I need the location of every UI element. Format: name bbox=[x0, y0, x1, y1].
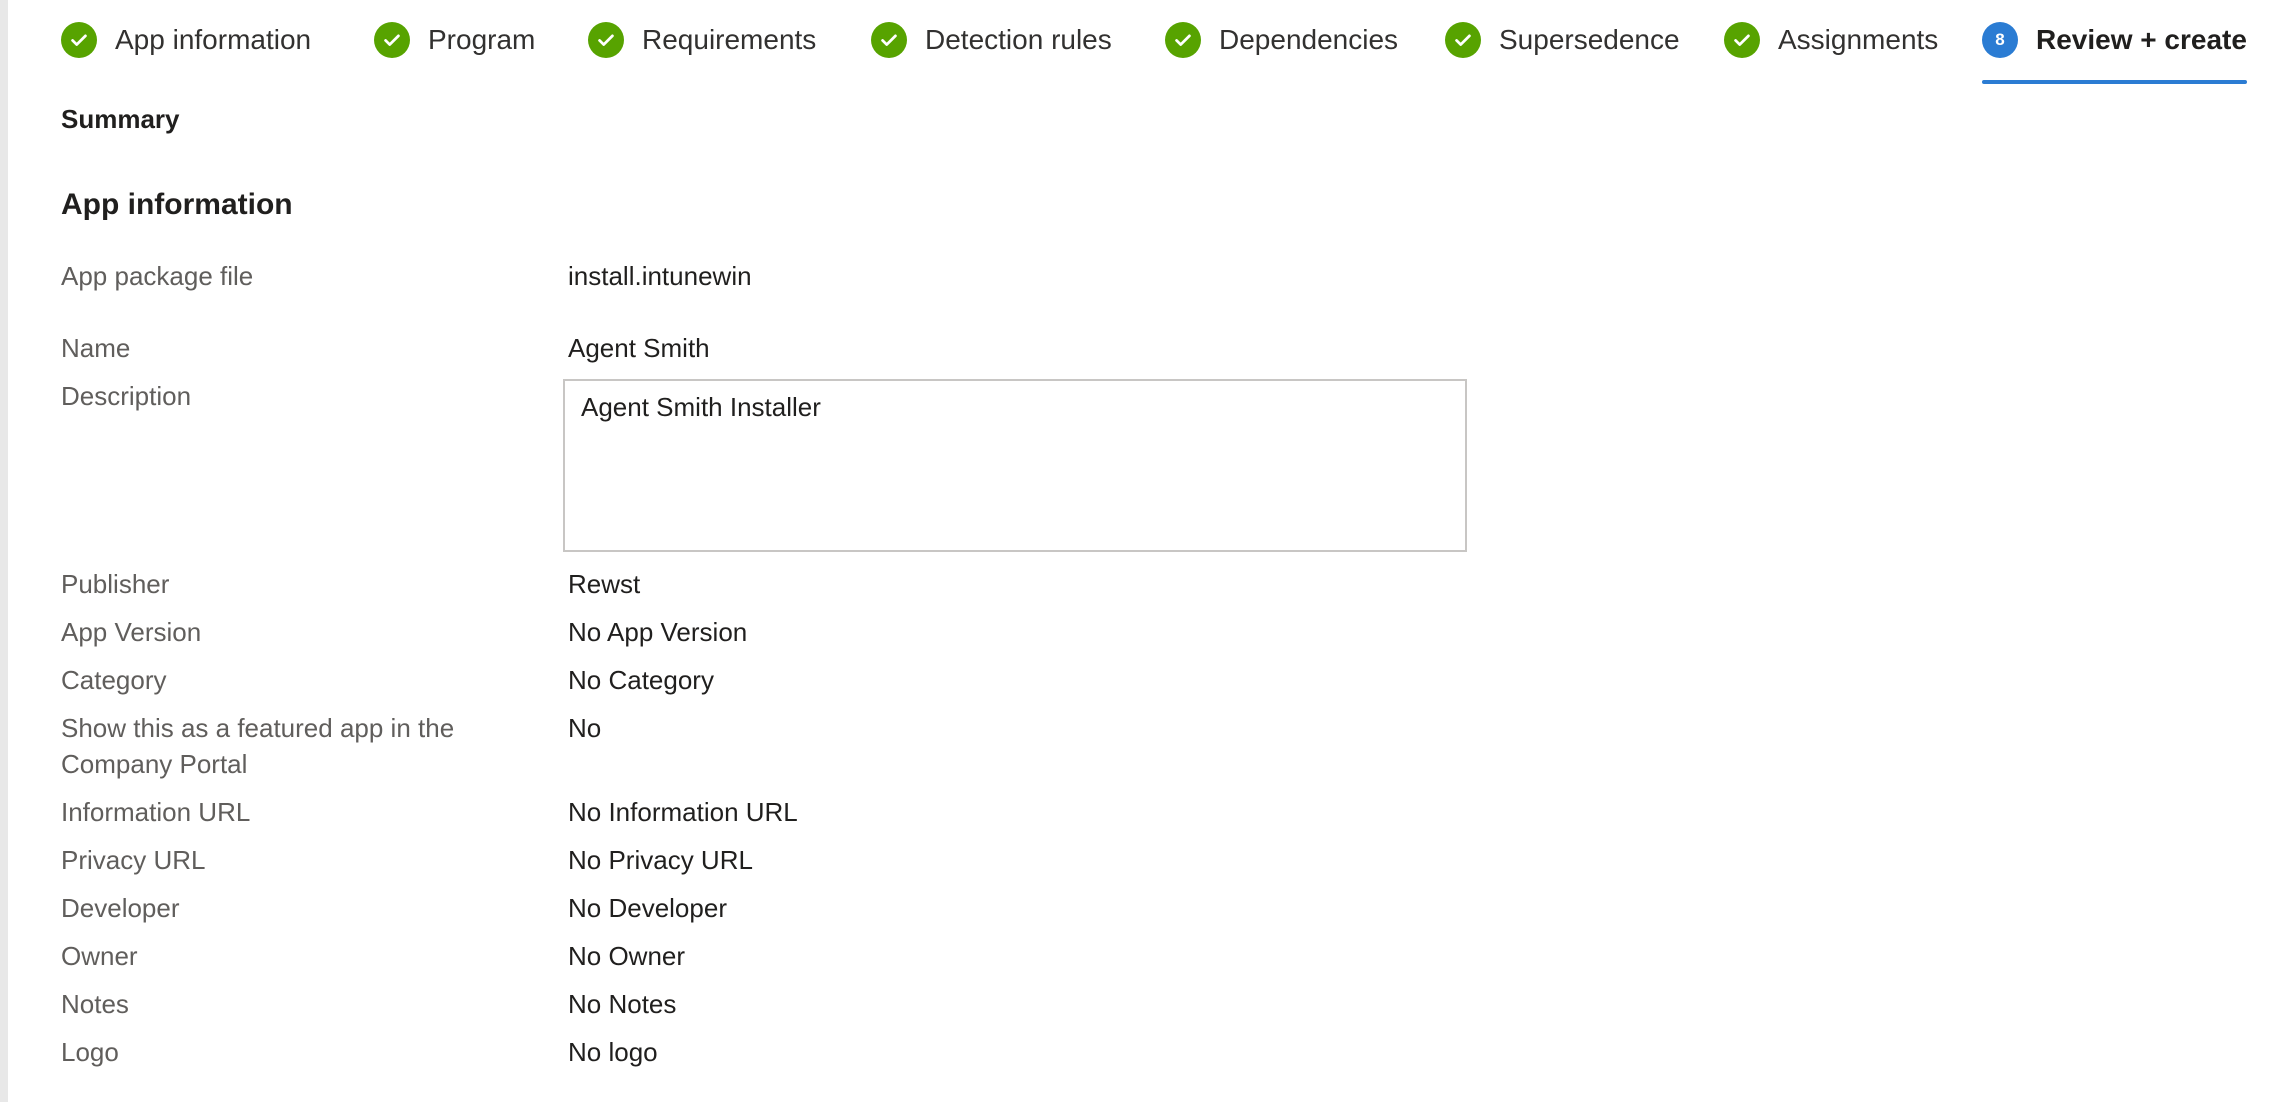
field-value-package-file: install.intunewin bbox=[568, 261, 752, 291]
tab-label: Detection rules bbox=[925, 24, 1112, 55]
tab-requirements[interactable]: Requirements bbox=[588, 20, 816, 82]
field-label-privacy-url: Privacy URL bbox=[61, 845, 206, 875]
field-label-description: Description bbox=[61, 381, 192, 411]
tab-label: Review + create bbox=[2036, 24, 2247, 55]
field-label-app-version: App Version bbox=[61, 617, 202, 647]
wizard-tabs: App information Program Requirements Det… bbox=[61, 20, 2292, 84]
checkmark-icon bbox=[61, 22, 97, 58]
field-value-name: Agent Smith bbox=[568, 333, 710, 363]
field-value-privacy-url: No Privacy URL bbox=[568, 845, 753, 875]
tab-label: Requirements bbox=[642, 24, 817, 55]
tab-app-information[interactable]: App information bbox=[61, 20, 311, 82]
field-value-app-version: No App Version bbox=[568, 617, 748, 647]
tab-assignments[interactable]: Assignments bbox=[1724, 20, 1938, 82]
field-label-featured: Show this as a featured app in the Compa… bbox=[61, 713, 455, 779]
checkmark-icon bbox=[588, 22, 624, 58]
field-value-logo: No logo bbox=[568, 1037, 658, 1067]
field-label-developer: Developer bbox=[61, 893, 180, 923]
tab-label: Dependencies bbox=[1219, 24, 1399, 55]
field-value-developer: No Developer bbox=[568, 893, 727, 923]
checkmark-icon bbox=[374, 22, 410, 58]
checkmark-icon bbox=[871, 22, 907, 58]
checkmark-icon bbox=[1445, 22, 1481, 58]
tab-label: Assignments bbox=[1778, 24, 1939, 55]
field-label-name: Name bbox=[61, 333, 131, 363]
field-value-information-url: No Information URL bbox=[568, 797, 798, 827]
field-value-owner: No Owner bbox=[568, 941, 686, 971]
tab-label: App information bbox=[115, 24, 312, 55]
field-value-featured: No bbox=[568, 713, 602, 743]
checkmark-icon bbox=[1724, 22, 1760, 58]
field-value-publisher: Rewst bbox=[568, 569, 641, 599]
tab-dependencies[interactable]: Dependencies bbox=[1165, 20, 1398, 82]
field-label-information-url: Information URL bbox=[61, 797, 251, 827]
field-label-publisher: Publisher bbox=[61, 569, 170, 599]
tab-label: Program bbox=[428, 24, 536, 55]
left-border bbox=[0, 0, 8, 1102]
field-label-logo: Logo bbox=[61, 1037, 119, 1067]
section-heading-app-information: App information bbox=[61, 188, 293, 221]
field-label-owner: Owner bbox=[61, 941, 138, 971]
tab-review-create[interactable]: 8 Review + create bbox=[1982, 20, 2247, 84]
field-label-category: Category bbox=[61, 665, 167, 695]
review-create-page: App information Program Requirements Det… bbox=[0, 0, 2292, 1102]
checkmark-icon bbox=[1165, 22, 1201, 58]
field-label-package-file: App package file bbox=[61, 261, 254, 291]
step-number-badge: 8 bbox=[1982, 22, 2018, 58]
tab-detection-rules[interactable]: Detection rules bbox=[871, 20, 1112, 82]
active-tab-underline bbox=[1982, 80, 2247, 84]
field-value-category: No Category bbox=[568, 665, 714, 695]
field-label-notes: Notes bbox=[61, 989, 129, 1019]
tab-supersedence[interactable]: Supersedence bbox=[1445, 20, 1680, 82]
summary-heading: Summary bbox=[61, 104, 180, 134]
description-textbox[interactable]: Agent Smith Installer bbox=[563, 379, 1467, 552]
tab-label: Supersedence bbox=[1499, 24, 1680, 55]
tab-program[interactable]: Program bbox=[374, 20, 535, 82]
field-value-notes: No Notes bbox=[568, 989, 677, 1019]
